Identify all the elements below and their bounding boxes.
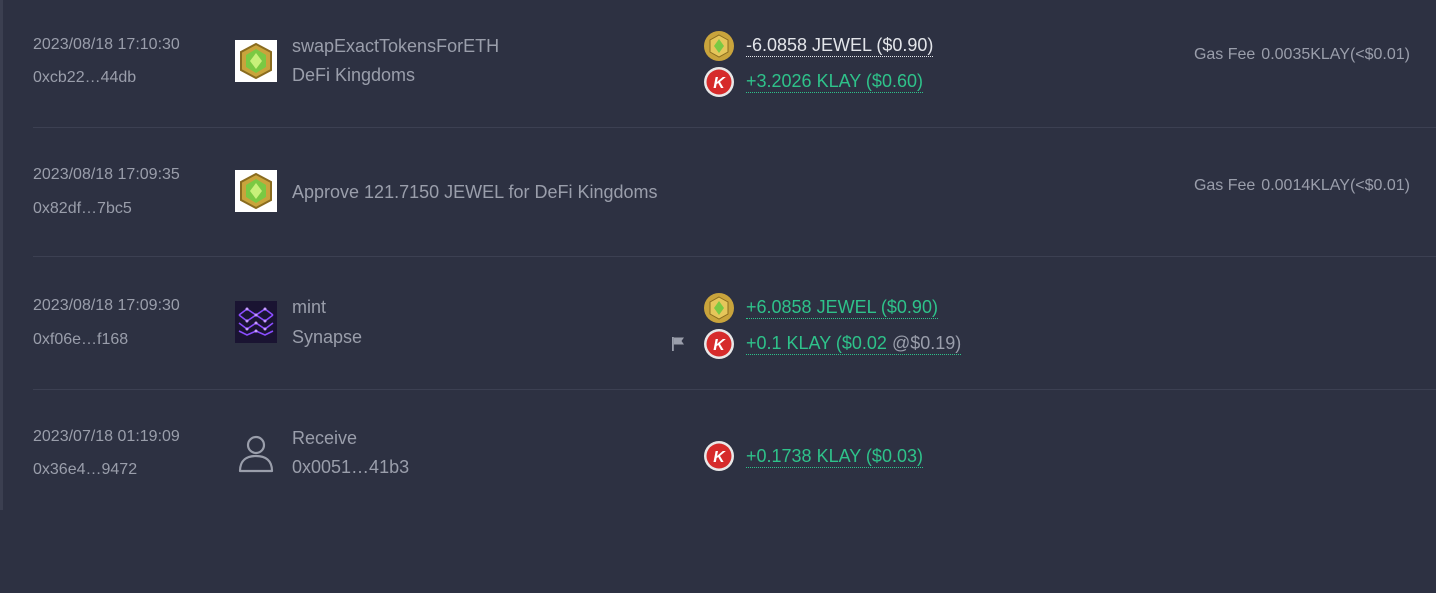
- tx-time: 2023/07/18 01:19:09: [33, 428, 180, 445]
- amount-jewel[interactable]: +6.0858 JEWEL ($0.90): [746, 296, 938, 319]
- defi-kingdoms-icon: [235, 170, 277, 212]
- user-icon: [238, 435, 274, 473]
- tx-hash[interactable]: 0x82df…7bc5: [33, 200, 132, 218]
- tx-hash[interactable]: 0x36e4…9472: [33, 461, 137, 479]
- tx-counterparty[interactable]: 0x0051…41b3: [292, 457, 409, 478]
- gas-fee: Gas Fee 0.0035KLAY(<$0.01): [1194, 46, 1410, 64]
- tx-time: 2023/08/18 17:09:35: [33, 166, 180, 183]
- amount-klay[interactable]: +3.2026 KLAY ($0.60): [746, 70, 923, 93]
- defi-kingdoms-icon: [235, 40, 277, 82]
- tx-app-name[interactable]: Synapse: [292, 327, 362, 348]
- tx-action: Receive: [292, 428, 358, 448]
- amount-klay[interactable]: +0.1 KLAY ($0.02 @$0.19): [746, 332, 962, 355]
- tx-app-name[interactable]: DeFi Kingdoms: [292, 65, 415, 86]
- gas-fee: Gas Fee 0.0014KLAY(<$0.01): [1194, 177, 1410, 195]
- transaction-row[interactable]: 2023/08/18 17:09:30 0xf06e…f168 mint Syn…: [33, 257, 1436, 389]
- flag-icon[interactable]: [670, 336, 686, 352]
- tx-time: 2023/08/18 17:09:30: [33, 297, 180, 314]
- tx-hash[interactable]: 0xcb22…44db: [33, 69, 136, 87]
- tx-action: mint: [292, 297, 327, 317]
- gas-fee-label: Gas Fee: [1193, 46, 1256, 63]
- svg-text:K: K: [713, 75, 726, 92]
- tx-action: Approve 121.7150 JEWEL for DeFi Kingdoms: [292, 182, 658, 202]
- transaction-row[interactable]: 2023/07/18 01:19:09 0x36e4…9472 Receive …: [33, 390, 1436, 510]
- gas-fee-label: Gas Fee: [1193, 177, 1256, 194]
- tx-time: 2023/08/18 17:10:30: [33, 36, 180, 53]
- gas-fee-value: 0.0035KLAY(<$0.01): [1261, 46, 1410, 63]
- jewel-icon: [704, 31, 734, 61]
- gas-fee-value: 0.0014KLAY(<$0.01): [1261, 177, 1410, 194]
- klay-icon: K: [704, 441, 734, 471]
- klay-icon: K: [704, 67, 734, 97]
- klay-icon: K: [704, 329, 734, 359]
- scroll-edge: [0, 0, 3, 510]
- svg-text:K: K: [713, 337, 726, 354]
- tx-action: swapExactTokensForETH: [292, 36, 500, 56]
- svg-text:K: K: [713, 449, 726, 466]
- amount-jewel[interactable]: -6.0858 JEWEL ($0.90): [746, 34, 934, 57]
- amount-klay-price: @$0.19): [891, 333, 962, 353]
- transaction-row[interactable]: 2023/08/18 17:10:30 0xcb22…44db swapExac…: [33, 0, 1436, 127]
- transaction-row[interactable]: 2023/08/18 17:09:35 0x82df…7bc5 Approve …: [33, 128, 1436, 256]
- amount-klay-value: +0.1 KLAY ($0.02: [746, 333, 887, 353]
- jewel-icon: [704, 293, 734, 323]
- tx-hash[interactable]: 0xf06e…f168: [33, 331, 128, 349]
- amount-klay[interactable]: +0.1738 KLAY ($0.03): [746, 445, 923, 468]
- synapse-icon: [235, 301, 277, 343]
